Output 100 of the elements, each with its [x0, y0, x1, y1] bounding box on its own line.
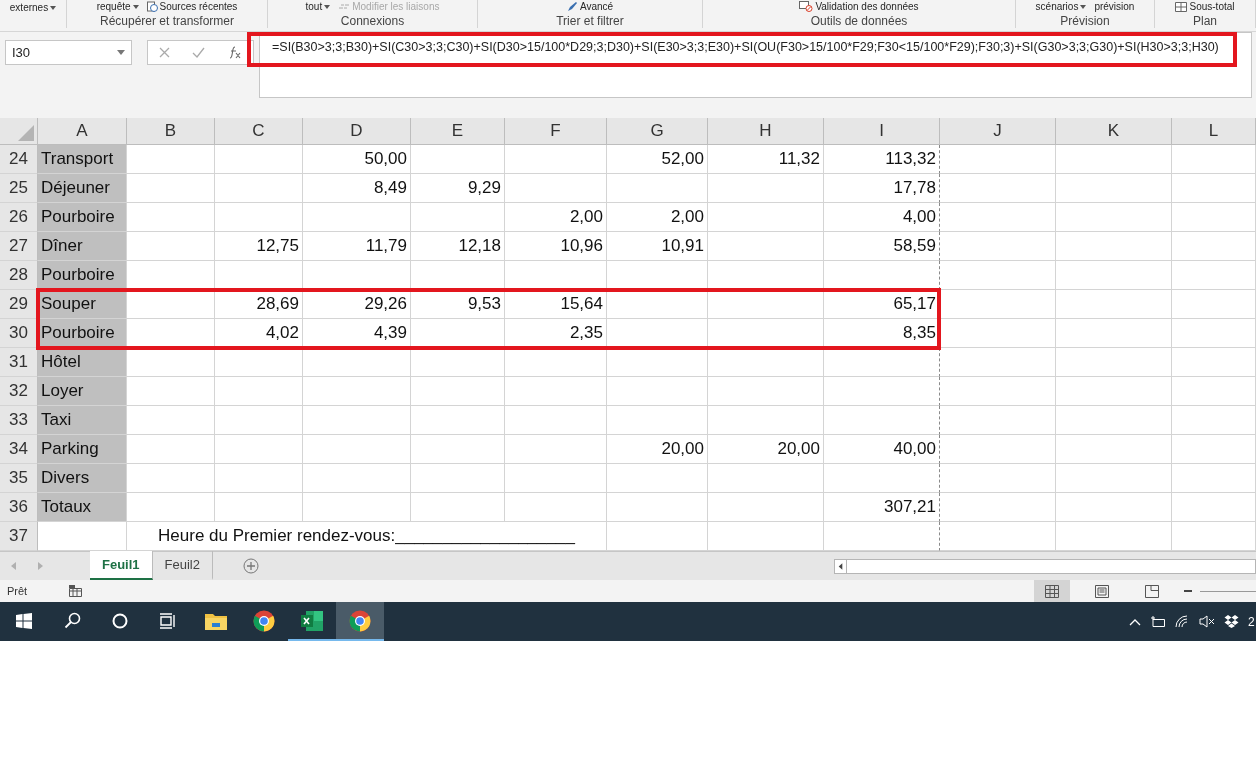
caret-icon	[132, 4, 139, 9]
table-cell: Taxi	[38, 406, 127, 435]
chevron-up-icon[interactable]	[1129, 617, 1141, 626]
row-header[interactable]: 28	[0, 261, 38, 290]
excel-icon	[300, 609, 324, 632]
clock-text[interactable]: 2	[1248, 614, 1256, 629]
table-cell: Déjeuner	[38, 174, 127, 203]
group-title: Prévision	[1060, 14, 1110, 28]
table-cell: Pourboire	[38, 261, 127, 290]
table-cell: 20,00	[607, 435, 708, 464]
folder-icon	[205, 611, 227, 630]
ribbon-command[interactable]: Validation des données	[799, 1, 919, 12]
check-icon[interactable]	[192, 47, 206, 58]
chrome-icon	[253, 609, 275, 632]
table-cell: 8,49	[303, 174, 411, 203]
column-header[interactable]: L	[1172, 118, 1256, 145]
row-header[interactable]: 24	[0, 145, 38, 174]
table-cell: 307,21	[824, 493, 940, 522]
group-title: Connexions	[340, 14, 405, 28]
caret-icon	[324, 4, 331, 9]
column-header[interactable]: E	[411, 118, 505, 145]
column-header[interactable]: H	[708, 118, 824, 145]
table-cell: 9,29	[411, 174, 505, 203]
view-button[interactable]	[1034, 580, 1070, 602]
table-cell: 52,00	[607, 145, 708, 174]
wifi-icon[interactable]	[1175, 615, 1190, 628]
table-cell: 2,00	[505, 203, 607, 232]
row-header[interactable]: 25	[0, 174, 38, 203]
ribbon-command[interactable]: Sous-total	[1175, 1, 1235, 12]
column-header[interactable]: A	[38, 118, 127, 145]
pencil-icon	[566, 1, 578, 12]
table-cell: 28,69	[215, 290, 303, 319]
muted-speaker-icon[interactable]	[1199, 615, 1215, 628]
chrome-icon	[349, 609, 371, 632]
table-cell: Hôtel	[38, 348, 127, 377]
sheet-tab[interactable]: Feuil1	[90, 551, 153, 580]
caret-icon	[50, 5, 57, 10]
column-header[interactable]: I	[824, 118, 940, 145]
table-cell: Heure du Premier rendez-vous:___________________	[127, 522, 607, 551]
row-header[interactable]: 26	[0, 203, 38, 232]
table-cell: 11,32	[708, 145, 824, 174]
ribbon-command[interactable]: Avancé	[566, 1, 614, 12]
table-cell: 113,32	[824, 145, 940, 174]
table-cell: Pourboire	[38, 203, 127, 232]
table-cell: 20,00	[708, 435, 824, 464]
table-cell: Pourboire	[38, 319, 127, 348]
windows-icon	[16, 612, 32, 629]
table-cell: 10,91	[607, 232, 708, 261]
table-cell: 29,26	[303, 290, 411, 319]
group-title: Outils de données	[810, 14, 908, 28]
page-icon	[1095, 584, 1109, 598]
table-cell: 11,79	[303, 232, 411, 261]
column-header[interactable]: G	[607, 118, 708, 145]
ribbon-command[interactable]: prévision	[1094, 1, 1135, 12]
column-header[interactable]: F	[505, 118, 607, 145]
macro-recorder-icon[interactable]	[69, 585, 82, 597]
task-view-icon	[159, 612, 177, 629]
column-header[interactable]: B	[127, 118, 215, 145]
table-cell: Transport	[38, 145, 127, 174]
column-header[interactable]: D	[303, 118, 411, 145]
ribbon-command[interactable]: Sources récentes	[146, 1, 238, 12]
search-icon	[63, 612, 81, 629]
dropbox-icon[interactable]	[1224, 615, 1239, 628]
row-header[interactable]: 32	[0, 377, 38, 406]
ribbon-command[interactable]: tout	[305, 1, 331, 12]
column-header[interactable]: C	[215, 118, 303, 145]
table-cell: Souper	[38, 290, 127, 319]
battery-icon[interactable]	[1150, 615, 1166, 628]
table-cell: Loyer	[38, 377, 127, 406]
column-header[interactable]: J	[940, 118, 1056, 145]
row-header[interactable]: 34	[0, 435, 38, 464]
column-header[interactable]: K	[1056, 118, 1172, 145]
row-header[interactable]: 30	[0, 319, 38, 348]
row-header[interactable]: 36	[0, 493, 38, 522]
caret-icon	[117, 50, 125, 55]
table-cell: 15,64	[505, 290, 607, 319]
table-cell: Totaux	[38, 493, 127, 522]
row-header[interactable]: 29	[0, 290, 38, 319]
add-sheet-icon[interactable]	[243, 558, 259, 574]
group-title: Trier et filtrer	[556, 14, 624, 28]
row-header[interactable]: 31	[0, 348, 38, 377]
row-header[interactable]: 27	[0, 232, 38, 261]
row-header[interactable]: 33	[0, 406, 38, 435]
grid-icon	[1045, 584, 1059, 598]
ribbon-command[interactable]: requête	[96, 1, 139, 12]
table-cell: 40,00	[824, 435, 940, 464]
table-cell: 9,53	[411, 290, 505, 319]
circle-icon	[112, 612, 128, 629]
row-header[interactable]: 35	[0, 464, 38, 493]
group-title: Récupérer et transformer	[99, 14, 235, 28]
ribbon-command[interactable]: externes	[9, 2, 57, 13]
function-icon[interactable]	[227, 46, 242, 59]
row-header[interactable]: 37	[0, 522, 38, 551]
table-cell: 10,96	[505, 232, 607, 261]
group-title: Plan	[1193, 14, 1217, 28]
ribbon-command[interactable]: scénarios	[1035, 1, 1087, 12]
table-cell: 2,00	[607, 203, 708, 232]
table-cell: 58,59	[824, 232, 940, 261]
name-box[interactable]: I30	[5, 40, 132, 65]
zoom-out-icon[interactable]	[1184, 589, 1192, 593]
